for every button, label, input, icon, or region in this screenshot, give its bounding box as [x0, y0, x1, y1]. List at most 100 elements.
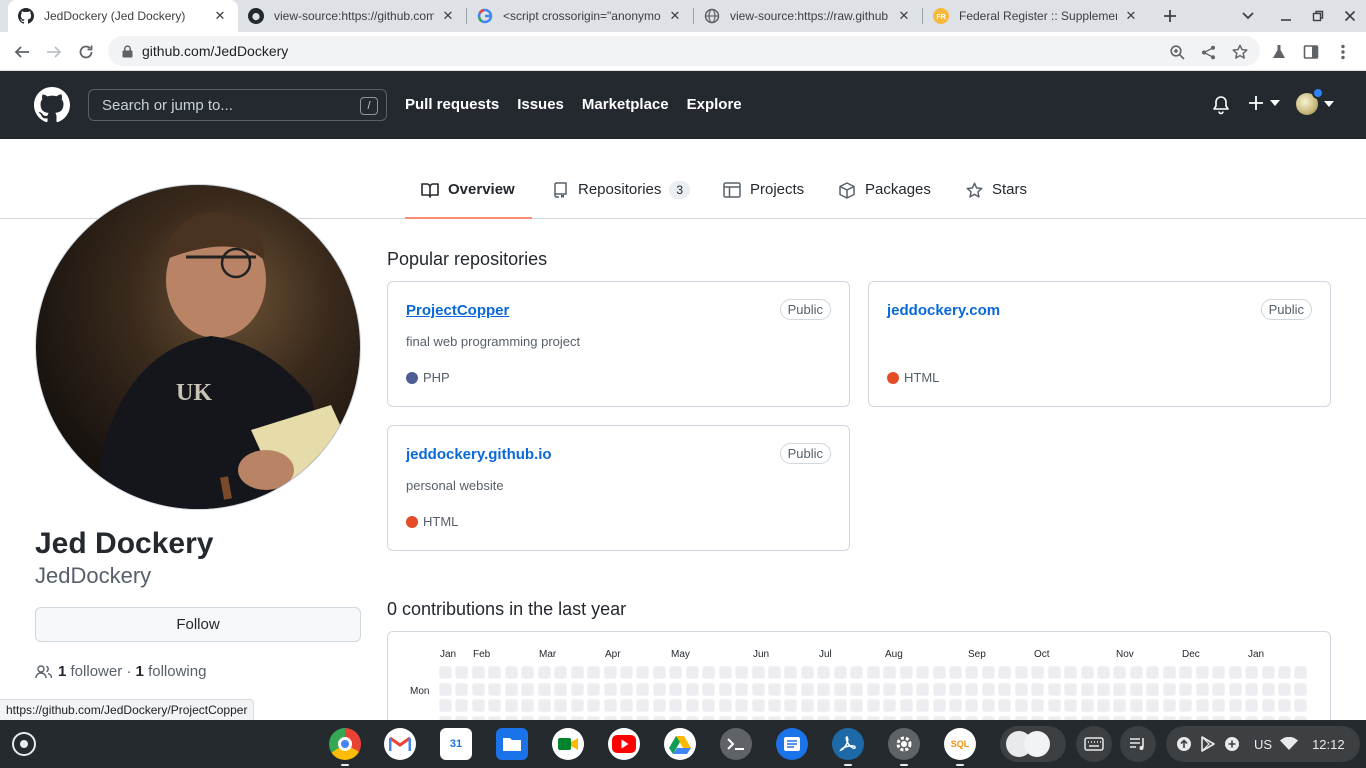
contribution-day-cell[interactable]	[981, 666, 995, 679]
contribution-day-cell[interactable]	[1080, 699, 1094, 712]
nav-marketplace[interactable]: Marketplace	[582, 96, 669, 113]
restore-button[interactable]	[1306, 4, 1330, 28]
settings-icon[interactable]	[888, 728, 920, 766]
contribution-day-cell[interactable]	[537, 682, 551, 696]
notifications-button[interactable]	[1212, 95, 1230, 115]
browser-tab[interactable]: view-source:https://raw.github ✕	[694, 0, 922, 32]
contribution-day-cell[interactable]	[619, 666, 633, 679]
contribution-day-cell[interactable]	[439, 666, 452, 679]
contribution-day-cell[interactable]	[521, 682, 535, 696]
contribution-day-cell[interactable]	[1097, 666, 1110, 679]
meet-icon[interactable]	[552, 728, 584, 760]
close-icon[interactable]: ✕	[896, 8, 912, 24]
contribution-day-cell[interactable]	[1195, 666, 1209, 679]
contribution-day-cell[interactable]	[817, 682, 831, 696]
contribution-day-cell[interactable]	[866, 682, 880, 696]
contribution-day-cell[interactable]	[883, 666, 897, 679]
contribution-day-cell[interactable]	[948, 666, 962, 679]
share-icon[interactable]	[1199, 43, 1217, 61]
contribution-day-cell[interactable]	[981, 699, 995, 712]
contribution-day-cell[interactable]	[1162, 666, 1176, 679]
contribution-day-cell[interactable]	[916, 666, 930, 679]
contribution-day-cell[interactable]	[866, 699, 880, 712]
gmail-icon[interactable]	[384, 728, 416, 760]
contribution-day-cell[interactable]	[817, 699, 831, 712]
contribution-day-cell[interactable]	[471, 682, 485, 696]
contribution-day-cell[interactable]	[1146, 666, 1160, 679]
contribution-day-cell[interactable]	[899, 666, 913, 679]
browser-menu-button[interactable]	[1330, 39, 1356, 65]
contribution-day-cell[interactable]	[718, 666, 732, 679]
repo-link[interactable]: ProjectCopper	[406, 302, 509, 319]
contribution-day-cell[interactable]	[768, 666, 781, 679]
contribution-day-cell[interactable]	[537, 666, 551, 679]
contribution-day-cell[interactable]	[669, 666, 683, 679]
status-tray[interactable]: US 12:12	[1166, 726, 1360, 762]
contribution-day-cell[interactable]	[948, 682, 962, 696]
contribution-day-cell[interactable]	[1047, 682, 1061, 696]
contribution-day-cell[interactable]	[1277, 699, 1291, 712]
contribution-day-cell[interactable]	[1228, 666, 1242, 679]
contribution-day-cell[interactable]	[471, 666, 485, 679]
following-link[interactable]: 1 following	[136, 663, 207, 680]
contribution-day-cell[interactable]	[1113, 699, 1127, 712]
contribution-day-cell[interactable]	[554, 699, 568, 712]
back-button[interactable]	[9, 39, 35, 65]
contribution-day-cell[interactable]	[439, 682, 452, 696]
contribution-day-cell[interactable]	[1047, 666, 1061, 679]
contribution-day-cell[interactable]	[866, 666, 880, 679]
minimize-button[interactable]	[1274, 4, 1298, 28]
contribution-day-cell[interactable]	[685, 682, 699, 696]
contribution-day-cell[interactable]	[488, 666, 502, 679]
contribution-day-cell[interactable]	[1162, 699, 1176, 712]
contribution-day-cell[interactable]	[1277, 666, 1291, 679]
contribution-day-cell[interactable]	[1014, 666, 1028, 679]
contribution-day-cell[interactable]	[685, 699, 699, 712]
contribution-day-cell[interactable]	[768, 682, 781, 696]
contribution-day-cell[interactable]	[1080, 666, 1094, 679]
contribution-day-cell[interactable]	[455, 699, 469, 712]
contribution-day-cell[interactable]	[669, 699, 683, 712]
github-logo-icon[interactable]	[34, 87, 70, 123]
contribution-day-cell[interactable]	[1129, 666, 1143, 679]
contribution-day-cell[interactable]	[1129, 682, 1143, 696]
contribution-day-cell[interactable]	[735, 682, 749, 696]
contribution-day-cell[interactable]	[1014, 699, 1028, 712]
contribution-day-cell[interactable]	[1097, 699, 1110, 712]
contribution-day-cell[interactable]	[652, 666, 666, 679]
contribution-day-cell[interactable]	[899, 682, 913, 696]
close-icon[interactable]: ✕	[212, 8, 228, 24]
contribution-day-cell[interactable]	[800, 699, 814, 712]
tab-projects[interactable]: Projects	[723, 171, 804, 219]
contribution-day-cell[interactable]	[981, 682, 995, 696]
contribution-day-cell[interactable]	[850, 682, 864, 696]
contribution-day-cell[interactable]	[998, 682, 1012, 696]
files-icon[interactable]	[496, 728, 528, 760]
holding-space-tray[interactable]	[1000, 726, 1066, 762]
contribution-day-cell[interactable]	[1162, 682, 1176, 696]
contribution-day-cell[interactable]	[1179, 666, 1193, 679]
contribution-day-cell[interactable]	[636, 666, 650, 679]
youtube-icon[interactable]	[608, 728, 640, 760]
contribution-day-cell[interactable]	[1261, 699, 1275, 712]
tab-stars[interactable]: Stars	[965, 171, 1027, 219]
contribution-day-cell[interactable]	[883, 682, 897, 696]
contribution-day-cell[interactable]	[619, 682, 633, 696]
contribution-day-cell[interactable]	[916, 682, 930, 696]
contribution-day-cell[interactable]	[751, 666, 765, 679]
github-search[interactable]: /	[88, 89, 387, 121]
contribution-day-cell[interactable]	[1031, 699, 1045, 712]
contribution-day-cell[interactable]	[1064, 682, 1078, 696]
contribution-day-cell[interactable]	[488, 682, 502, 696]
contribution-day-cell[interactable]	[735, 699, 749, 712]
contribution-day-cell[interactable]	[965, 682, 979, 696]
close-icon[interactable]: ✕	[440, 8, 456, 24]
contribution-day-cell[interactable]	[471, 699, 485, 712]
contribution-day-cell[interactable]	[1294, 699, 1308, 712]
terminal-icon[interactable]	[720, 728, 752, 760]
nav-issues[interactable]: Issues	[517, 96, 564, 113]
contribution-day-cell[interactable]	[636, 682, 650, 696]
contribution-day-cell[interactable]	[751, 699, 765, 712]
profile-avatar[interactable]: UK	[35, 184, 361, 510]
contribution-day-cell[interactable]	[603, 682, 617, 696]
